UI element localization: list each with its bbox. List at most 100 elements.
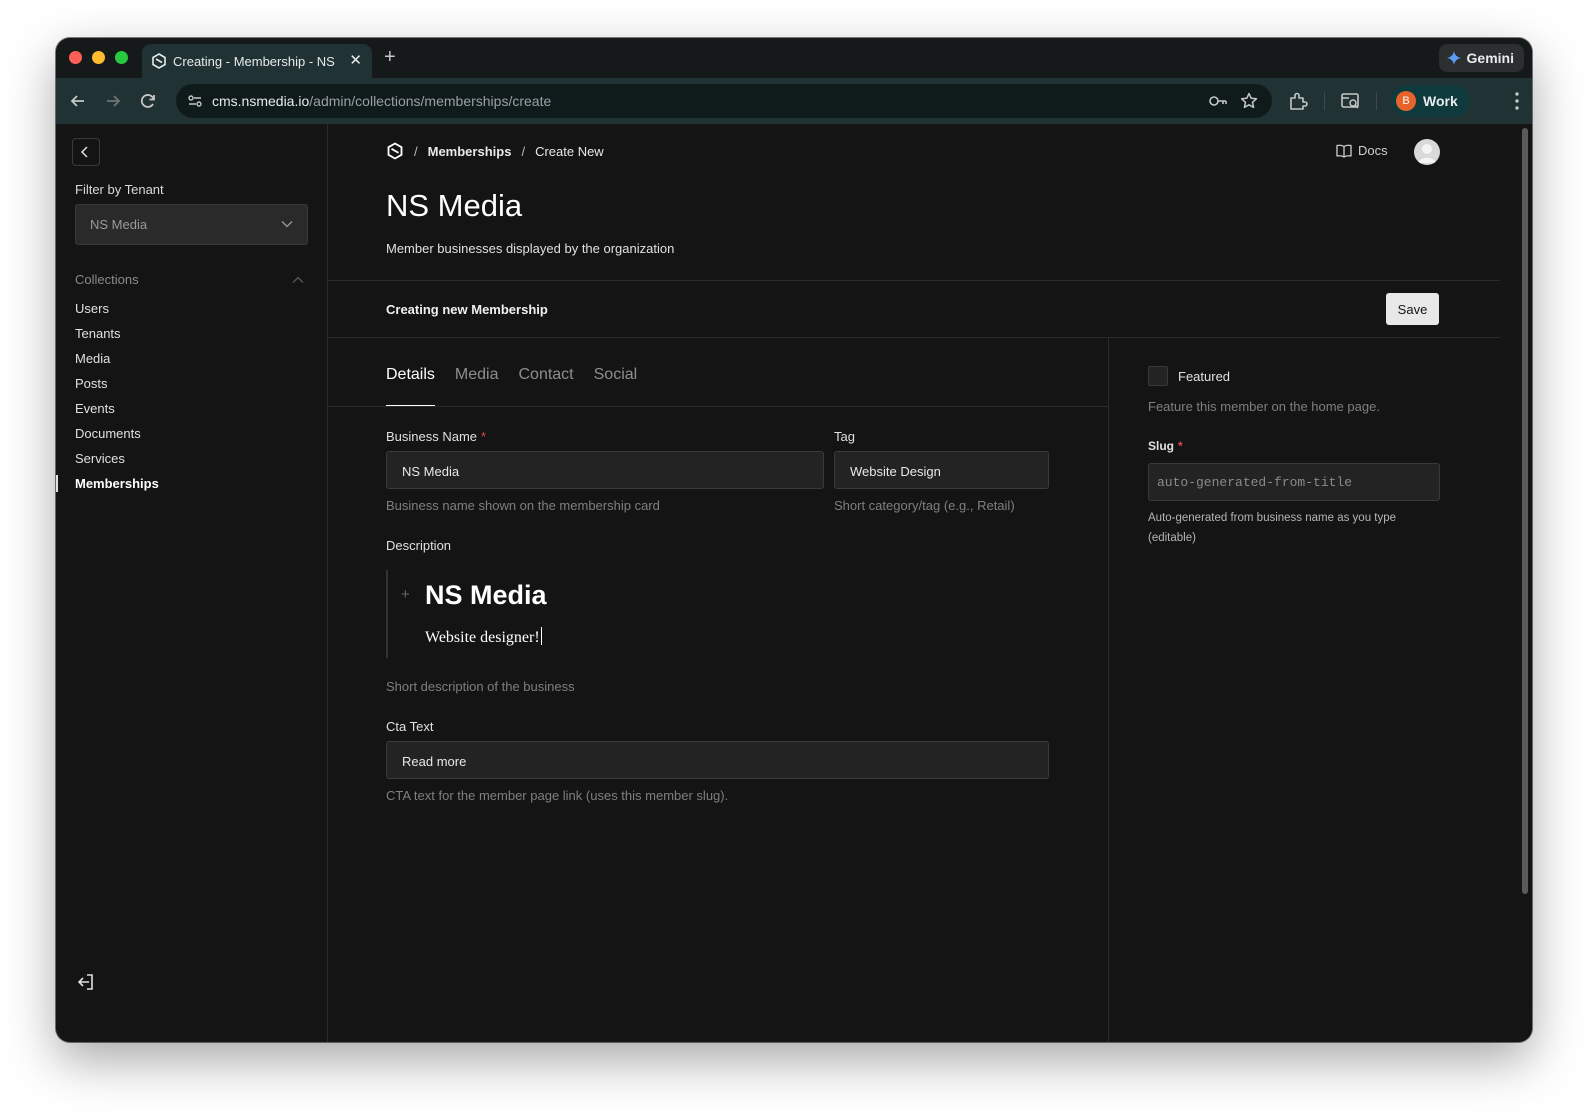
extensions-icon[interactable] [1287,90,1309,112]
document-status-label: Creating new Membership [386,302,548,317]
tabs-divider [328,406,1108,407]
sidebar-item-tenants[interactable]: Tenants [56,321,326,346]
profile-label: Work [1423,93,1458,109]
browser-window: Creating - Membership - NS M ✕ + Gemini [56,38,1532,1042]
tag-input[interactable]: Website Design [834,451,1049,489]
description-label: Description [386,538,452,553]
business-name-input[interactable]: NS Media [386,451,824,489]
form-tabs: Details Media Contact Social [386,366,638,407]
collections-group-label[interactable]: Collections [75,272,139,287]
site-settings-icon[interactable] [186,92,204,110]
breadcrumb-separator: / [414,143,418,159]
sidebar: Filter by Tenant NS Media Collections Us… [56,124,328,1042]
description-editor-heading[interactable]: NS Media [425,580,547,611]
new-tab-button[interactable]: + [384,46,396,68]
required-mark: * [1178,439,1183,453]
tab-contact[interactable]: Contact [518,366,573,384]
description-paragraph-text: Website designer! [425,629,540,646]
sidebar-item-documents[interactable]: Documents [56,421,326,446]
book-icon [1336,144,1352,158]
page-scrollbar[interactable] [1500,124,1532,1042]
minimize-window-button[interactable] [92,51,105,64]
tab-social[interactable]: Social [594,366,638,384]
business-name-label-text: Business Name [386,429,478,444]
url-path: /admin/collections/memberships/create [309,93,552,109]
user-avatar[interactable] [1414,139,1440,165]
bookmark-star-icon[interactable] [1239,91,1259,111]
breadcrumb-memberships-link[interactable]: Memberships [428,144,512,159]
url-text: cms.nsmedia.io/admin/collections/members… [212,93,551,109]
docs-link[interactable]: Docs [1336,143,1388,158]
browser-toolbar: cms.nsmedia.io/admin/collections/members… [56,78,1532,124]
sidebar-item-events[interactable]: Events [56,396,326,421]
tab-title: Creating - Membership - NS M [173,54,339,69]
rich-text-editor-border [386,570,388,658]
chevron-down-icon [281,221,293,228]
sidebar-item-posts[interactable]: Posts [56,371,326,396]
reload-icon[interactable] [137,90,159,112]
address-bar[interactable]: cms.nsmedia.io/admin/collections/members… [176,84,1272,118]
slug-label: Slug * [1148,439,1183,453]
password-key-icon[interactable] [1208,92,1228,110]
gemini-label: Gemini [1466,50,1514,66]
cms-app: Filter by Tenant NS Media Collections Us… [56,124,1532,1042]
url-host: cms.nsmedia.io [212,93,310,109]
back-arrow-icon[interactable] [67,90,89,112]
sidebar-item-memberships[interactable]: Memberships [56,471,326,496]
payload-logo-icon[interactable] [386,142,404,160]
breadcrumb-separator: / [521,143,526,159]
maximize-window-button[interactable] [115,51,128,64]
tab-search-icon[interactable] [1339,90,1361,112]
slug-input[interactable]: auto-generated-from-title [1148,463,1440,501]
main-content: / Memberships / Create New Docs NS Media… [328,124,1500,1042]
menu-kebab-icon[interactable] [1514,90,1520,112]
forward-arrow-icon[interactable] [102,90,124,112]
featured-label[interactable]: Featured [1178,369,1230,384]
tag-hint: Short category/tag (e.g., Retail) [834,498,1015,513]
docs-label: Docs [1358,143,1388,158]
sidebar-item-media[interactable]: Media [56,346,326,371]
chevron-left-icon [80,146,88,158]
profile-avatar: B [1396,91,1416,111]
slug-hint-line1: Auto-generated from business name as you… [1148,512,1397,524]
featured-checkbox[interactable] [1148,366,1168,386]
collapse-sidebar-button[interactable] [72,138,100,166]
business-name-hint: Business name shown on the membership ca… [386,498,660,513]
payload-logo-icon [152,53,166,69]
page-title: NS Media [386,188,523,223]
close-window-button[interactable] [69,51,82,64]
collections-nav: Users Tenants Media Posts Events Documen… [56,296,326,496]
description-editor-paragraph[interactable]: Website designer! [425,627,542,647]
sidebar-item-users[interactable]: Users [56,296,326,321]
sidebar-item-services[interactable]: Services [56,446,326,471]
tab-strip: Creating - Membership - NS M ✕ + Gemini [56,38,1532,78]
profile-button[interactable]: B Work [1391,85,1470,117]
save-button[interactable]: Save [1386,293,1439,325]
scrollbar-thumb[interactable] [1522,128,1528,894]
tab-media[interactable]: Media [455,366,499,384]
divider [328,280,1500,281]
tab-close-icon[interactable]: ✕ [349,52,362,69]
breadcrumb: / Memberships / Create New [386,142,604,160]
gemini-sparkle-icon [1446,51,1461,65]
filter-by-tenant-label: Filter by Tenant [75,182,164,197]
text-caret [540,627,542,645]
breadcrumb-current: Create New [535,143,604,159]
user-avatar-icon [1418,144,1436,163]
featured-hint: Feature this member on the home page. [1148,399,1380,414]
toolbar-separator [1324,92,1325,110]
chevron-up-icon[interactable] [292,276,304,284]
tab-details[interactable]: Details [386,366,435,407]
required-mark: * [481,429,487,444]
add-block-button[interactable]: + [401,586,410,603]
gemini-button[interactable]: Gemini [1438,44,1524,72]
slug-hint-line2: (editable) [1148,532,1196,544]
tenant-select[interactable]: NS Media [75,204,308,245]
cta-text-input[interactable]: Read more [386,741,1049,779]
panel-divider [1108,338,1109,1042]
business-name-label: Business Name * [386,429,486,444]
logout-icon[interactable] [76,972,96,992]
tag-label: Tag [834,429,855,444]
slug-label-text: Slug [1148,439,1174,453]
browser-tab-active[interactable]: Creating - Membership - NS M ✕ [142,44,372,78]
